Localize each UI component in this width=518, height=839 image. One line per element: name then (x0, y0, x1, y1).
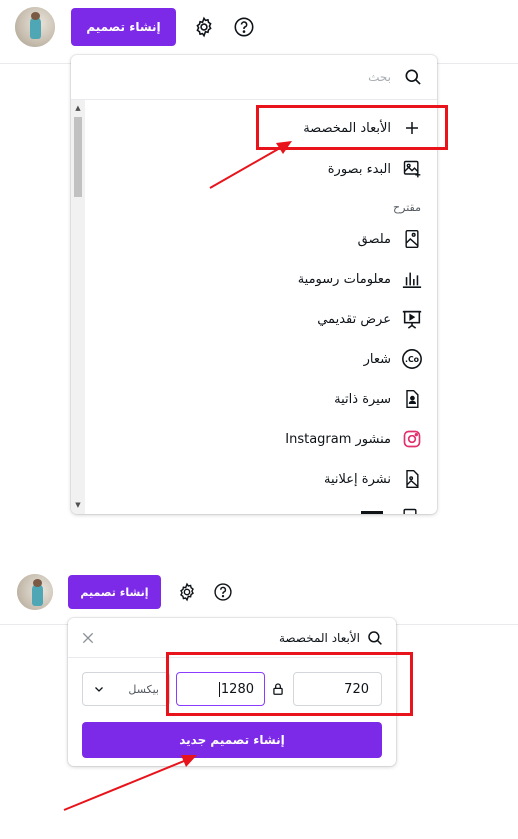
annotation-arrow-2 (63, 755, 197, 811)
